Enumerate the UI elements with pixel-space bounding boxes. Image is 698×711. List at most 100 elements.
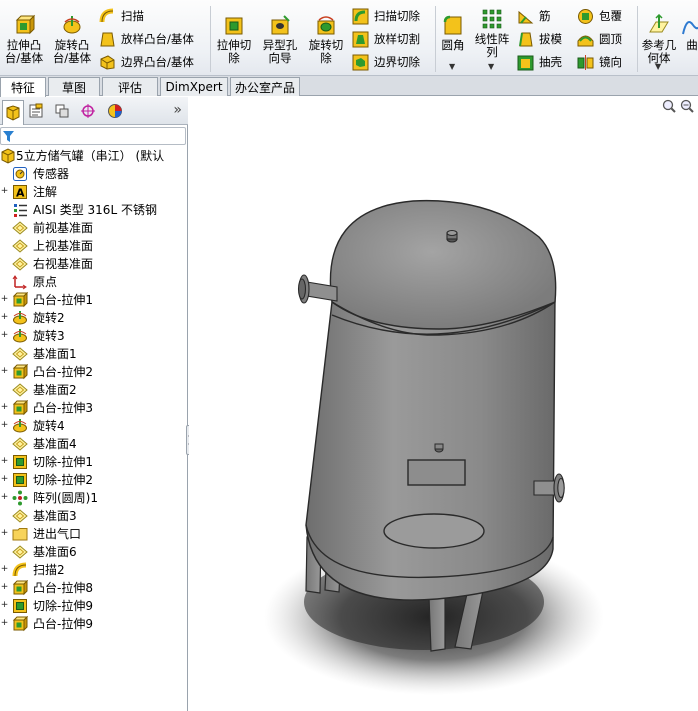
- tree-item[interactable]: + 旋转3: [0, 327, 188, 345]
- expand-toggle-icon[interactable]: +: [0, 601, 9, 611]
- tree-item[interactable]: 基准面6: [0, 543, 188, 561]
- linear-pattern-button[interactable]: 线性阵 列: [470, 8, 514, 59]
- boundary-boss-button[interactable]: 边界凸台/基体: [99, 52, 194, 72]
- boundary-cut-button[interactable]: 边界切除: [352, 52, 420, 72]
- tree-item[interactable]: 传感器: [0, 165, 188, 183]
- tree-item[interactable]: + 旋转4: [0, 417, 188, 435]
- tree-item[interactable]: 基准面2: [0, 381, 188, 399]
- curves-button[interactable]: 曲: [681, 14, 698, 52]
- tree-item[interactable]: + 凸台-拉伸9: [0, 615, 188, 633]
- fillet-button[interactable]: 圆角: [438, 14, 468, 52]
- sweep-button[interactable]: 扫描: [99, 6, 144, 26]
- tree-root-part[interactable]: 5立方储气罐（串江） (默认: [0, 147, 188, 165]
- tree-item[interactable]: + 阵列(圆周)1: [0, 489, 188, 507]
- fillet-dropdown-icon[interactable]: ▼: [449, 62, 455, 71]
- tree-item-label: 基准面4: [33, 437, 77, 451]
- tree-item[interactable]: + 切除-拉伸2: [0, 471, 188, 489]
- plane-icon: [12, 347, 28, 361]
- wrap-button[interactable]: 包覆: [577, 6, 622, 26]
- tree-item-label: 切除-拉伸9: [33, 599, 93, 613]
- reference-geometry-dropdown-icon[interactable]: ▼: [655, 62, 661, 71]
- extrude-boss-button[interactable]: 拉伸凸 台/基体: [2, 14, 46, 65]
- expand-toggle-icon[interactable]: +: [0, 295, 9, 305]
- tree-item-label: 凸台-拉伸3: [33, 401, 93, 415]
- rib-button[interactable]: 筋: [517, 6, 551, 26]
- loft-cut-button[interactable]: 放样切割: [352, 29, 420, 49]
- expand-toggle-icon[interactable]: +: [0, 565, 9, 575]
- feature-tree-tab[interactable]: [2, 100, 24, 125]
- configuration-manager-tab[interactable]: [51, 101, 73, 121]
- tree-item[interactable]: + 切除-拉伸1: [0, 453, 188, 471]
- tab-office-products[interactable]: 办公室产品: [230, 77, 300, 96]
- tab-evaluate[interactable]: 评估: [102, 77, 158, 96]
- tank-model[interactable]: [189, 97, 698, 711]
- tree-item[interactable]: 前视基准面: [0, 219, 188, 237]
- tab-dimxpert[interactable]: DimXpert: [160, 77, 228, 96]
- linear-pattern-dropdown-icon[interactable]: ▼: [488, 62, 494, 71]
- extrude-icon: [12, 400, 28, 416]
- tree-item[interactable]: + 凸台-拉伸2: [0, 363, 188, 381]
- draft-button[interactable]: 拔模: [517, 29, 562, 49]
- revolve-boss-button[interactable]: 旋转凸 台/基体: [50, 14, 94, 65]
- draft-icon: [519, 32, 533, 46]
- revolve-cut-label: 旋转切 除: [308, 38, 344, 65]
- tree-item[interactable]: + 凸台-拉伸8: [0, 579, 188, 597]
- expand-toggle-icon[interactable]: +: [0, 529, 9, 539]
- tree-item[interactable]: 右视基准面: [0, 255, 188, 273]
- revolve-cut-button[interactable]: 旋转切 除: [305, 14, 347, 65]
- expand-toggle-icon[interactable]: +: [0, 403, 9, 413]
- tree-item[interactable]: + 凸台-拉伸1: [0, 291, 188, 309]
- reference-geometry-label: 参考几 何体: [641, 38, 677, 65]
- feature-manager-panel: » 5立方储气罐（串江） (默认 传感器 + A 注解 AISI 类型 316L 不锈钢前…: [0, 97, 188, 711]
- revolve-boss-icon: [63, 16, 81, 34]
- tree-item[interactable]: + 扫描2: [0, 561, 188, 579]
- dome-button[interactable]: 圆顶: [577, 29, 622, 49]
- extrude-icon: [12, 580, 28, 596]
- tree-item[interactable]: AISI 类型 316L 不锈钢: [0, 201, 188, 219]
- tree-item[interactable]: + 凸台-拉伸3: [0, 399, 188, 417]
- tree-item[interactable]: 基准面4: [0, 435, 188, 453]
- extrude-icon: [12, 292, 28, 308]
- shell-icon: [517, 55, 534, 70]
- expand-toggle-icon[interactable]: +: [0, 367, 9, 377]
- display-manager-tab[interactable]: [104, 101, 126, 121]
- dimxpert-manager-tab[interactable]: [77, 101, 99, 121]
- linear-pattern-label: 线性阵 列: [474, 32, 510, 59]
- property-manager-tab[interactable]: [25, 101, 47, 121]
- tab-features[interactable]: 特征: [0, 77, 46, 97]
- tree-item[interactable]: + 旋转2: [0, 309, 188, 327]
- tree-item[interactable]: 上视基准面: [0, 237, 188, 255]
- sweep-cut-button[interactable]: 扫描切除: [352, 6, 420, 26]
- expand-toggle-icon[interactable]: +: [0, 475, 9, 485]
- expand-toggle-icon[interactable]: +: [0, 457, 9, 467]
- ribbon-separator: [435, 6, 436, 72]
- expand-toggle-icon[interactable]: +: [0, 421, 9, 431]
- cut-icon: [13, 473, 27, 487]
- expand-toggle-icon[interactable]: +: [0, 619, 9, 629]
- hole-wizard-button[interactable]: 异型孔 向导: [259, 14, 301, 65]
- tree-item[interactable]: 基准面3: [0, 507, 188, 525]
- loft-boss-button[interactable]: 放样凸台/基体: [99, 29, 194, 49]
- dome-label: 圆顶: [599, 32, 622, 46]
- expand-toggle-icon[interactable]: +: [0, 493, 9, 503]
- tree-item[interactable]: + 切除-拉伸9: [0, 597, 188, 615]
- expand-toggle-icon[interactable]: +: [0, 187, 9, 197]
- wrap-label: 包覆: [599, 9, 622, 23]
- plane-icon: [12, 383, 28, 397]
- expand-toggle-icon[interactable]: +: [0, 313, 9, 323]
- shell-button[interactable]: 抽壳: [517, 52, 562, 72]
- mirror-button[interactable]: 镜向: [577, 52, 622, 72]
- extrude-cut-button[interactable]: 拉伸切 除: [213, 14, 255, 65]
- expand-toggle-icon[interactable]: +: [0, 583, 9, 593]
- tab-sketch[interactable]: 草图: [48, 77, 100, 96]
- tree-filter-bar[interactable]: [0, 127, 186, 145]
- graphics-viewport[interactable]: [189, 97, 698, 711]
- tree-item[interactable]: + 进出气口: [0, 525, 188, 543]
- tree-item[interactable]: 原点: [0, 273, 188, 291]
- shell-label: 抽壳: [539, 55, 562, 69]
- reference-geometry-button[interactable]: 参考几 何体: [639, 14, 679, 65]
- tree-item[interactable]: + A 注解: [0, 183, 188, 201]
- tree-item[interactable]: 基准面1: [0, 345, 188, 363]
- panel-more-arrow-icon[interactable]: »: [173, 102, 182, 118]
- expand-toggle-icon[interactable]: +: [0, 331, 9, 341]
